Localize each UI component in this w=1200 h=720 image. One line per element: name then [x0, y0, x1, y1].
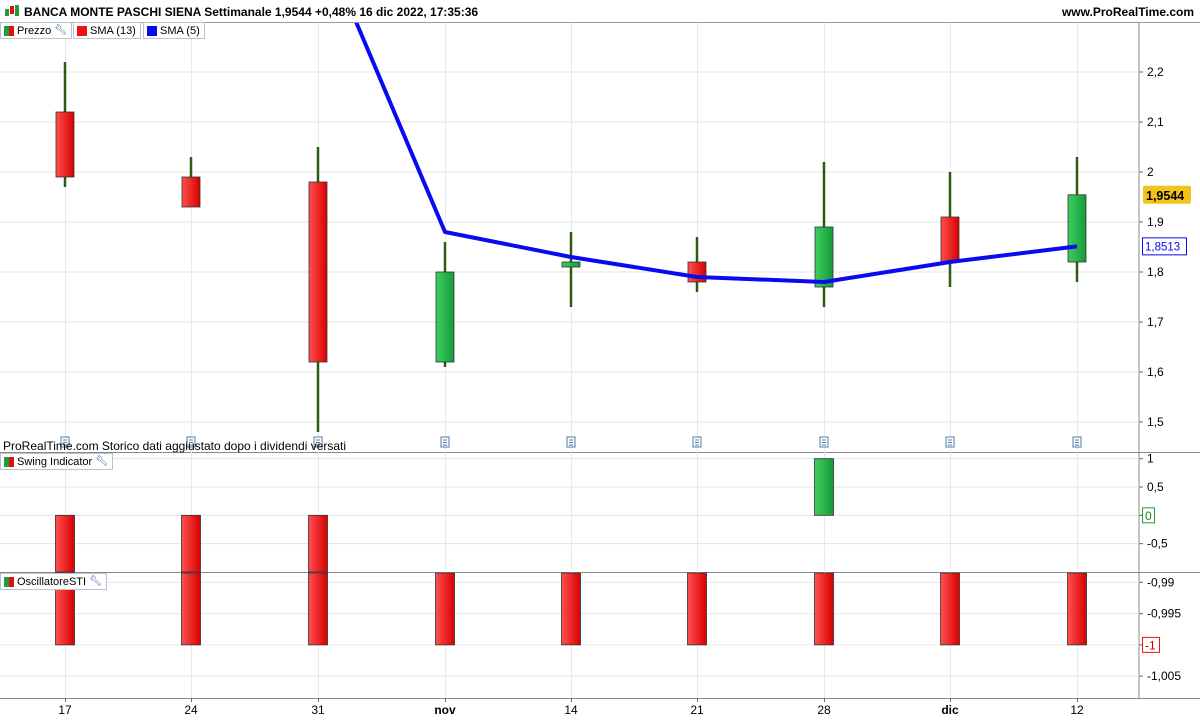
dividend-icon	[566, 436, 576, 448]
osc-tick-label: -0,995	[1147, 607, 1181, 621]
candle-body	[1067, 194, 1087, 263]
x-tick-label: 28	[817, 703, 831, 717]
x-tick-label: 12	[1070, 703, 1084, 717]
swing-swatch	[4, 456, 14, 467]
x-tick-label: nov	[434, 703, 456, 717]
price-tick-label: 1,9	[1147, 215, 1164, 229]
osc-tick-label: -1,005	[1147, 669, 1181, 683]
chart-canvas: 2,2 2,1 2 1,9 1,8 1,7 1,6 1,5 1,9544 1,8513 1 0,5 0 -…	[0, 21, 1200, 717]
wrench-icon[interactable]: 🔧︎	[54, 25, 67, 36]
legend-sma5[interactable]: SMA (5)	[143, 22, 205, 39]
legend-swing-label: Swing Indicator	[17, 455, 93, 468]
sma13-swatch	[77, 25, 87, 36]
price-tick-label: 1,5	[1147, 415, 1164, 429]
dividend-notice: ProRealTime.com Storico dati aggiustato …	[3, 439, 347, 453]
osc-bar	[435, 572, 455, 646]
osc-bar	[687, 572, 707, 646]
title-bar: BANCA MONTE PASCHI SIENA Settimanale 1,9…	[0, 0, 1200, 23]
brand-link[interactable]: www.ProRealTime.com	[1062, 5, 1194, 19]
osc-bar	[814, 572, 834, 646]
dividend-icon	[440, 436, 450, 448]
candle-body	[940, 216, 960, 263]
candle-body	[814, 226, 834, 288]
osc-tick-label: -0,99	[1147, 575, 1175, 589]
dividend-icon	[692, 436, 702, 448]
swing-tick-label: 0,5	[1147, 480, 1164, 494]
wrench-icon[interactable]: 🔧︎	[95, 456, 108, 467]
price-tick-label: 2,1	[1147, 115, 1164, 129]
x-tick-label: 31	[311, 703, 325, 717]
candle-body	[55, 111, 75, 178]
wrench-icon[interactable]: 🔧︎	[89, 576, 102, 587]
osc-bar	[561, 572, 581, 646]
candle-body	[561, 261, 581, 268]
x-tick-label: 17	[58, 703, 72, 717]
swing-current-label: 0	[1145, 509, 1152, 523]
dividend-icon	[945, 436, 955, 448]
swing-bar	[181, 514, 201, 573]
swing-bar	[55, 514, 75, 573]
price-tick-label: 1,6	[1147, 365, 1164, 379]
osc-bar	[308, 572, 328, 646]
chart-title: BANCA MONTE PASCHI SIENA Settimanale 1,9…	[24, 5, 479, 19]
legend-sma13-label: SMA (13)	[90, 24, 136, 37]
legend-sma13[interactable]: SMA (13)	[73, 22, 141, 39]
candle-body	[435, 271, 455, 363]
price-tick-label: 2	[1147, 165, 1154, 179]
legend-swing[interactable]: Swing Indicator 🔧︎	[0, 453, 113, 470]
price-tick-label: 2,2	[1147, 65, 1164, 79]
sma5-line	[354, 21, 1078, 284]
legend-price[interactable]: Prezzo 🔧︎	[0, 22, 72, 39]
swing-tick-label: -0,5	[1147, 537, 1168, 551]
candle-body	[181, 176, 201, 208]
osc-bar	[1067, 572, 1087, 646]
legend-osc-label: OscillatoreSTI	[17, 575, 87, 588]
price-swatch	[4, 25, 14, 36]
candle-body	[308, 181, 328, 363]
dividend-icon	[819, 436, 829, 448]
osc-bar	[940, 572, 960, 646]
logo-icon	[5, 5, 19, 16]
price-tick-label: 1,7	[1147, 315, 1164, 329]
osc-bar	[181, 572, 201, 646]
legend-price-label: Prezzo	[17, 24, 52, 37]
osc-swatch	[4, 576, 14, 587]
last-price-label: 1,9544	[1146, 189, 1184, 203]
dividend-icon	[1072, 436, 1082, 448]
price-tick-label: 1,8	[1147, 265, 1164, 279]
x-tick-label: 21	[690, 703, 704, 717]
sma5-swatch	[147, 25, 157, 36]
osc-current-label: -1	[1145, 638, 1156, 652]
swing-bar	[814, 458, 834, 516]
swing-tick-label: 1	[1147, 452, 1154, 466]
x-tick-label: 24	[184, 703, 198, 717]
x-tick-label: 14	[564, 703, 578, 717]
last-sma-label: 1,8513	[1145, 241, 1180, 253]
x-tick-label: dic	[941, 703, 959, 717]
swing-bar	[308, 514, 328, 573]
legend-osc[interactable]: OscillatoreSTI 🔧︎	[0, 573, 107, 590]
legend-sma5-label: SMA (5)	[160, 24, 200, 37]
